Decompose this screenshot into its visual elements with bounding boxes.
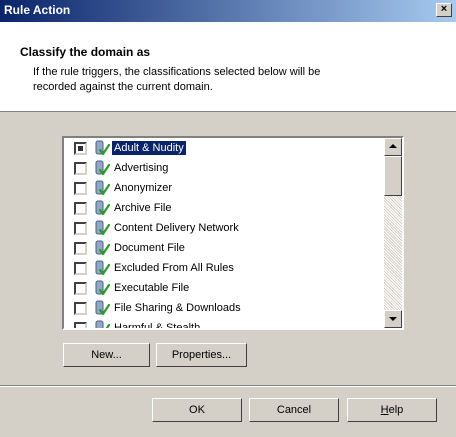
separator [0,385,456,387]
item-label: File Sharing & Downloads [114,302,241,314]
item-label: Content Delivery Network [114,222,239,234]
category-icon [94,260,111,276]
item-label: Adult & Nudity [111,140,187,156]
list-item[interactable]: Harmful & Stealth [64,318,384,328]
item-label: Document File [114,242,185,254]
title-bar[interactable]: Rule Action × [0,0,456,22]
scroll-down-button[interactable] [384,310,402,328]
close-button[interactable]: × [436,3,452,17]
arrow-up-icon [389,144,397,148]
ok-button[interactable]: OK [152,398,242,422]
cancel-button[interactable]: Cancel [249,398,339,422]
classification-list[interactable]: Adult & Nudity Advertising Anonymizer Archi… [62,136,404,330]
item-label: Advertising [114,162,169,174]
rule-action-dialog: Rule Action × Classify the domain as If … [0,0,456,437]
new-button[interactable]: New... [63,343,150,367]
list-item[interactable]: Document File [64,238,384,258]
item-checkbox[interactable] [74,142,87,155]
scroll-track[interactable] [384,196,402,310]
help-label-rest: elp [388,404,404,416]
category-icon [94,180,111,196]
list-item[interactable]: Content Delivery Network [64,218,384,238]
item-checkbox[interactable] [74,162,87,175]
category-icon [94,240,111,256]
category-icon [94,280,111,296]
arrow-down-icon [389,317,397,321]
properties-button[interactable]: Properties... [156,343,247,367]
item-label: Harmful & Stealth [114,322,201,328]
window-title: Rule Action [4,3,71,17]
item-checkbox[interactable] [74,322,87,328]
category-icon [94,140,111,156]
list-item[interactable]: Archive File [64,198,384,218]
list-item[interactable]: Adult & Nudity [64,138,384,158]
category-icon [94,220,111,236]
header-title: Classify the domain as [20,45,151,59]
item-checkbox[interactable] [74,242,87,255]
list-item[interactable]: Advertising [64,158,384,178]
item-checkbox[interactable] [74,282,87,295]
help-mnemonic: H [380,404,389,416]
item-checkbox[interactable] [74,202,87,215]
item-checkbox[interactable] [74,262,87,275]
list-item[interactable]: File Sharing & Downloads [64,298,384,318]
dialog-header: Classify the domain as If the rule trigg… [0,22,456,112]
classification-list-items: Adult & Nudity Advertising Anonymizer Archi… [64,138,384,328]
item-label: Executable File [114,282,190,294]
list-item[interactable]: Anonymizer [64,178,384,198]
list-item[interactable]: Excluded From All Rules [64,258,384,278]
scroll-thumb[interactable] [384,156,402,196]
category-icon [94,320,111,328]
category-icon [94,160,111,176]
help-button[interactable]: Help [347,398,437,422]
list-item[interactable]: Executable File [64,278,384,298]
scroll-up-button[interactable] [384,138,402,156]
item-label: Archive File [114,202,172,214]
category-icon [94,300,111,316]
item-label: Excluded From All Rules [114,262,234,274]
header-description: If the rule triggers, the classification… [33,66,321,93]
item-checkbox[interactable] [74,302,87,315]
item-checkbox[interactable] [74,182,87,195]
item-label: Anonymizer [114,182,173,194]
list-scrollbar[interactable] [384,138,402,328]
item-checkbox[interactable] [74,222,87,235]
category-icon [94,200,111,216]
check-mark [78,146,83,151]
